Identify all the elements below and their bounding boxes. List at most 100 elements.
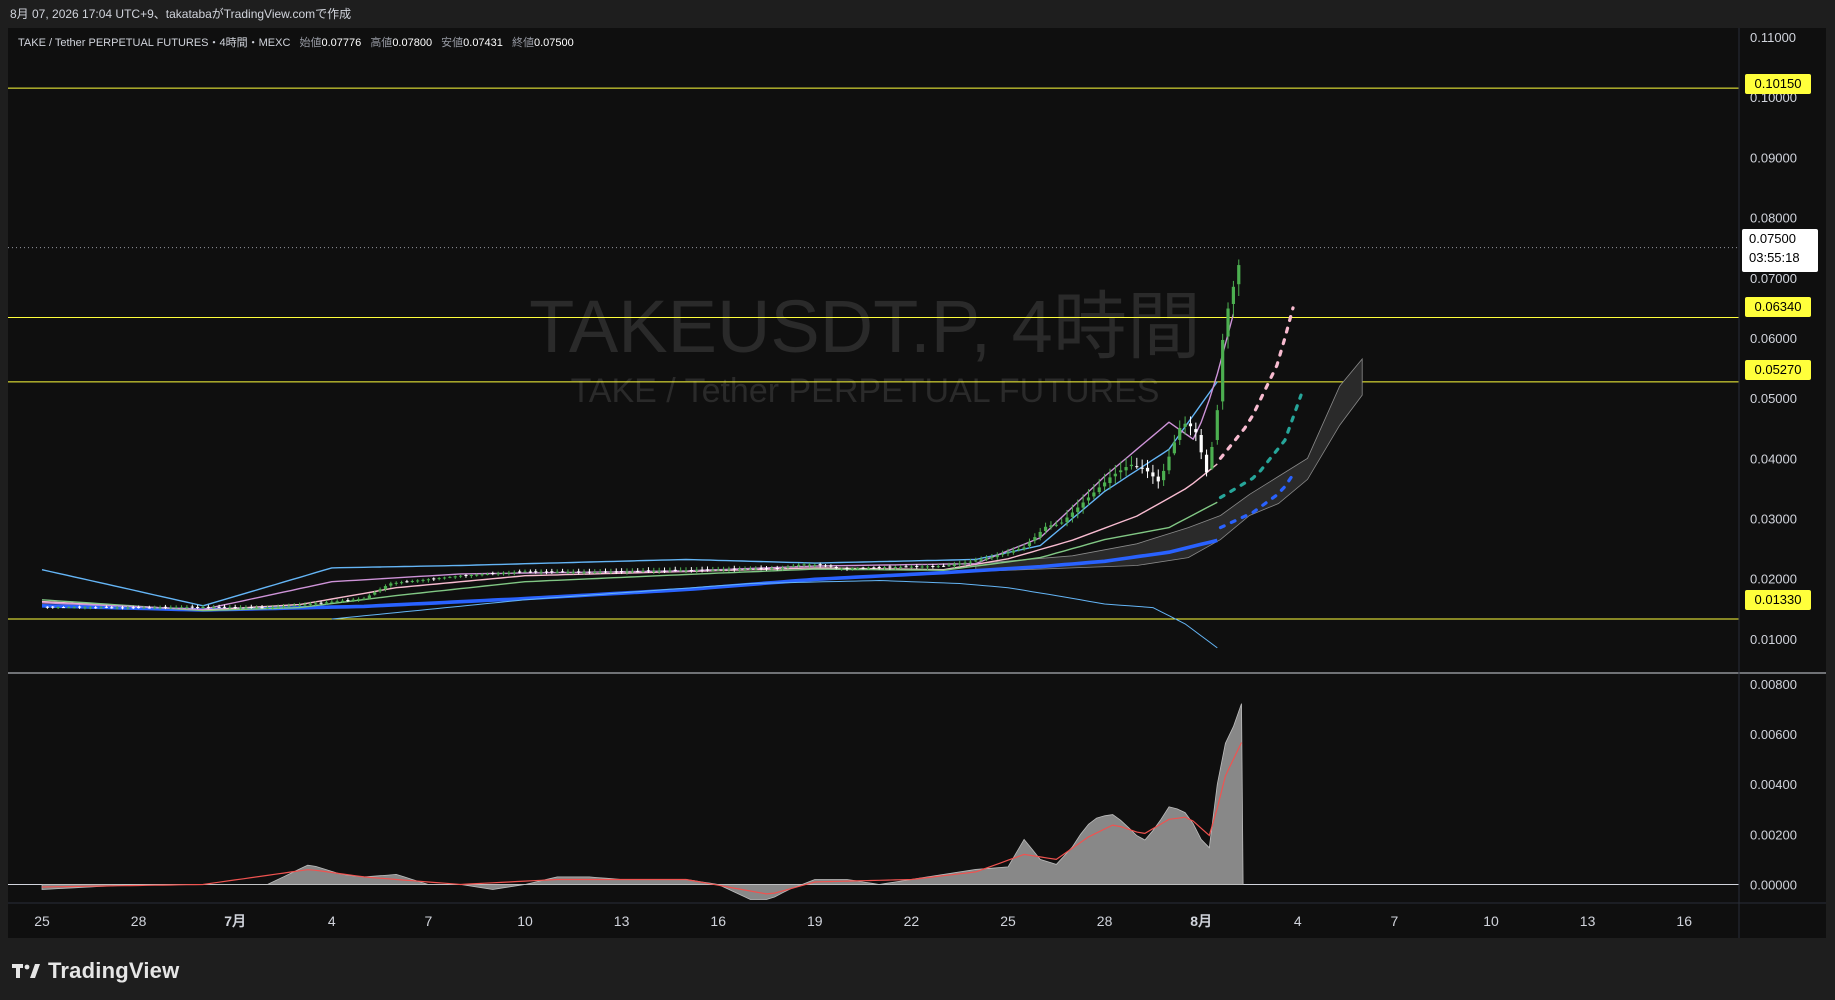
candle — [823, 564, 828, 568]
candle-body — [432, 578, 436, 580]
candle — [357, 597, 361, 602]
candle-body — [609, 571, 613, 573]
candle-body — [571, 571, 575, 573]
candle — [442, 576, 447, 580]
candle-body — [1145, 467, 1150, 472]
candle-body — [190, 606, 194, 608]
candle-body — [620, 571, 624, 573]
candle-body — [287, 605, 291, 607]
candle — [539, 569, 543, 575]
candle-body — [528, 571, 532, 573]
price-tick-label: 0.09000 — [1750, 150, 1797, 165]
candle-body — [1027, 542, 1032, 547]
candle-body — [1231, 286, 1235, 304]
candle-body — [1097, 487, 1101, 493]
oscillator-tick-label: 0.00800 — [1750, 677, 1797, 692]
candle-body — [249, 606, 253, 608]
candle — [389, 581, 393, 588]
watermark: TAKEUSDT.P, 4時間 TAKE / Tether PERPETUAL … — [529, 285, 1201, 410]
candle-body — [818, 564, 822, 566]
time-tick-label: 7月 — [224, 913, 246, 929]
candle-body — [56, 607, 60, 609]
candle-body — [904, 566, 908, 568]
candle — [1231, 280, 1235, 318]
candle-body — [813, 564, 817, 566]
candle-body — [174, 607, 178, 609]
candle — [464, 574, 468, 578]
projection-dots-1 — [1218, 306, 1295, 460]
candle-body — [179, 607, 184, 609]
candle-body — [786, 566, 790, 568]
level-tag-3: 0.05270 — [1745, 360, 1811, 380]
candle — [909, 564, 913, 569]
candle — [405, 579, 409, 583]
bar-countdown: 03:55:18 — [1749, 250, 1800, 265]
candle-body — [110, 607, 114, 609]
candle-body — [222, 606, 227, 608]
candle — [1124, 458, 1128, 477]
legend-high: 0.07800 — [392, 37, 433, 49]
candle-body — [45, 606, 49, 608]
candle — [695, 567, 699, 574]
candle-body — [1140, 467, 1144, 469]
candle — [1001, 550, 1005, 558]
time-tick-label: 25 — [34, 913, 50, 929]
price-tick-label: 0.05000 — [1750, 391, 1797, 406]
candle-body — [163, 606, 168, 608]
candle-body — [523, 571, 527, 573]
candle — [416, 579, 420, 583]
candle-body — [228, 607, 232, 609]
candle-body — [298, 604, 302, 606]
candle-body — [1221, 339, 1225, 402]
candle-body — [705, 569, 710, 571]
candle — [512, 570, 516, 576]
candle-body — [271, 607, 275, 609]
candle-body — [695, 570, 699, 572]
candle — [437, 577, 441, 581]
tradingview-logo[interactable]: TradingView — [12, 958, 179, 984]
candle — [641, 568, 645, 573]
chart-canvas[interactable]: TAKEUSDT.P, 4時間 TAKE / Tether PERPETUAL … — [0, 0, 1835, 1000]
candle-body — [373, 592, 377, 595]
candle-body — [153, 607, 157, 609]
candle-body — [963, 562, 967, 564]
candle — [764, 565, 769, 571]
candle-body — [630, 571, 634, 573]
candle-body — [840, 568, 844, 570]
price-tick-label: 0.07000 — [1750, 271, 1797, 286]
candle-body — [700, 569, 704, 571]
candle-body — [346, 600, 350, 602]
legend-low: 0.07431 — [463, 37, 503, 49]
candle — [496, 571, 500, 576]
axes[interactable]: 0.110000.100000.090000.080000.070000.060… — [8, 28, 1826, 938]
candle-body — [952, 564, 956, 566]
candle-body — [308, 603, 312, 605]
candle-body — [233, 606, 237, 608]
candle — [1199, 429, 1203, 460]
oscillator-pane[interactable] — [8, 703, 1739, 900]
candle-body — [1119, 470, 1123, 473]
time-tick-label: 7 — [425, 913, 433, 929]
candle-body — [968, 561, 973, 563]
candle-body — [383, 586, 388, 590]
candle-body — [276, 606, 280, 608]
candle-body — [335, 601, 339, 603]
candle-body — [925, 566, 930, 568]
candle — [394, 581, 398, 586]
moving-average-line-1 — [41, 538, 1218, 612]
candle-body — [1006, 552, 1010, 554]
legend-high-label: 高値 — [370, 37, 393, 49]
candle-body — [206, 606, 210, 608]
candle-body — [834, 567, 838, 569]
candle-body — [738, 569, 742, 571]
candle-body — [974, 560, 978, 562]
candle-body — [442, 577, 447, 579]
candle-body — [1054, 524, 1058, 526]
candle-body — [389, 583, 393, 586]
price-tick-label: 0.03000 — [1750, 512, 1797, 527]
symbol-legend[interactable]: TAKE / Tether PERPETUAL FUTURES・4時間・MEXC… — [18, 34, 574, 50]
candle — [1172, 434, 1176, 456]
candle — [829, 564, 833, 568]
candle-body — [362, 598, 366, 600]
candle-body — [1022, 547, 1026, 550]
